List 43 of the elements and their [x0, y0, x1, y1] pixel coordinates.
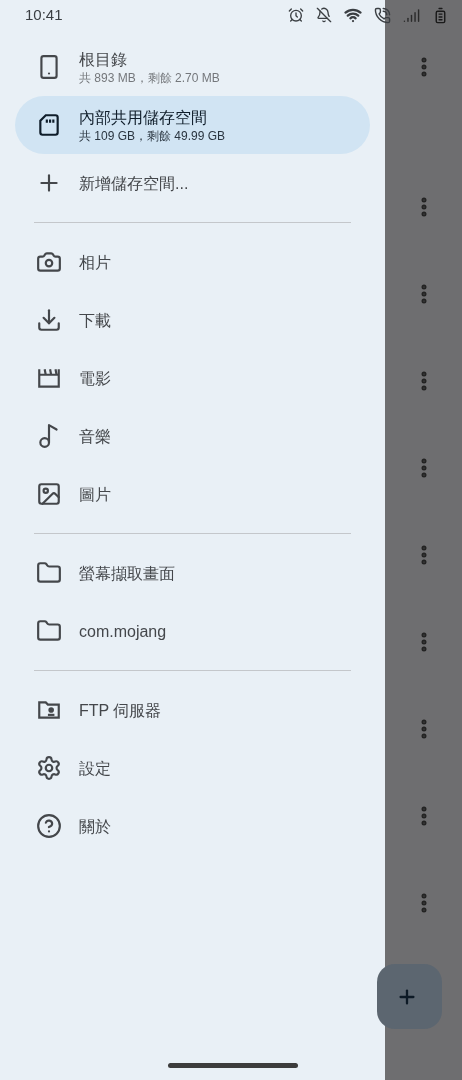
add-button[interactable]	[377, 964, 442, 1029]
item-label: FTP 伺服器	[79, 700, 162, 721]
drawer-item[interactable]: 下載	[15, 291, 370, 349]
item-label: 相片	[79, 252, 111, 273]
alarm-icon	[288, 7, 304, 23]
download-icon	[36, 307, 62, 333]
item-detail: 共 109 GB，剩餘 49.99 GB	[79, 127, 226, 144]
item-label: 關於	[79, 816, 111, 837]
drawer-item[interactable]: 內部共用儲存空間 共 109 GB，剩餘 49.99 GB	[15, 96, 370, 154]
drawer-item[interactable]: 相片	[15, 233, 370, 291]
sd-card-icon	[36, 112, 62, 138]
drawer-item[interactable]: 關於	[15, 797, 370, 855]
item-label: 新增儲存空間...	[79, 173, 189, 194]
settings-icon	[36, 755, 62, 781]
item-label: 下載	[79, 310, 111, 331]
item-label: 設定	[79, 758, 111, 779]
drawer-item[interactable]: 根目錄 共 893 MB，剩餘 2.70 MB	[15, 38, 370, 96]
drawer-item[interactable]: com.mojang	[15, 602, 370, 660]
help-icon	[36, 813, 62, 839]
drawer-item[interactable]: 螢幕擷取畫面	[15, 544, 370, 602]
status-time: 10:41	[25, 4, 63, 25]
drawer-item[interactable]: 音樂	[15, 407, 370, 465]
item-label: 音樂	[79, 426, 111, 447]
item-label: com.mojang	[79, 621, 167, 642]
folder-icon	[36, 560, 62, 586]
camera-icon	[36, 249, 62, 275]
folder-icon	[36, 618, 62, 644]
wifi-icon	[344, 6, 362, 24]
signal-icon	[403, 6, 420, 24]
drawer-item[interactable]: 圖片	[15, 465, 370, 523]
item-label: 圖片	[79, 484, 111, 505]
drawer-item[interactable]: 電影	[15, 349, 370, 407]
mute-icon	[316, 7, 332, 23]
drawer-item[interactable]: 設定	[15, 739, 370, 797]
drawer-item[interactable]: FTP 伺服器	[15, 681, 370, 739]
image-icon	[36, 481, 62, 507]
item-detail: 共 893 MB，剩餘 2.70 MB	[79, 69, 220, 86]
phone-icon	[374, 6, 391, 24]
item-label: 電影	[79, 368, 111, 389]
item-label: 根目錄	[79, 49, 128, 70]
item-label: 螢幕擷取畫面	[79, 563, 175, 584]
drawer-item[interactable]: 新增儲存空間...	[15, 154, 370, 212]
item-label: 內部共用儲存空間	[79, 107, 208, 128]
